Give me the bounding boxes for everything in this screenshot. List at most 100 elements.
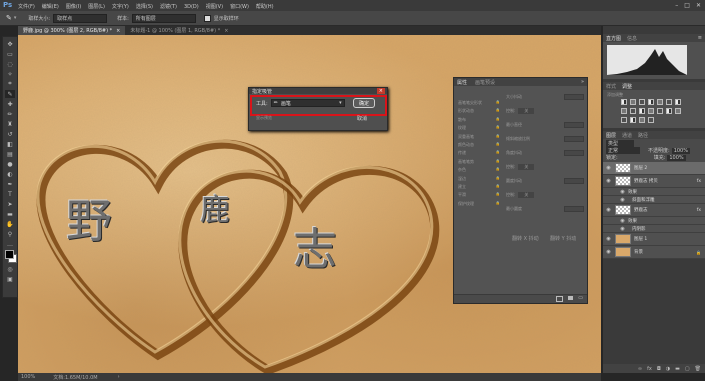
tab-layers[interactable]: 图层 [606,132,616,139]
lock-icon[interactable]: 🔒 [496,117,500,125]
eyedropper-tool-icon[interactable]: ✎ [6,14,12,22]
brush-option-item[interactable]: 传递 🔒 [458,150,500,158]
tool-select[interactable]: ✏ 画笔 ▾ [270,99,345,107]
brush-expand-icon[interactable]: ▭ [578,295,583,301]
layer-row[interactable]: ◉ 野鹿志 拷贝 fx [603,175,705,188]
tab-adjustments[interactable]: 调整 [622,83,632,90]
layer-effect-row[interactable]: ◉ 效果 [603,217,705,225]
setting-slider[interactable] [564,136,584,142]
opacity-value[interactable]: 100% [671,147,690,154]
fx-icon[interactable]: fx [647,366,652,372]
lock-icon[interactable]: 🔒 [496,167,500,175]
link-layers-icon[interactable]: ∞ [638,366,642,372]
menu-item[interactable]: 选择(S) [136,3,153,10]
control-select[interactable]: 关 [518,108,535,114]
adjustment-icon[interactable] [648,108,654,114]
path-select-tool-icon[interactable]: ➤ [5,200,15,208]
brush-tool-icon[interactable]: ✏ [5,110,15,118]
menu-item[interactable]: 滤镜(T) [160,3,177,10]
zoom-tool-icon[interactable]: ⚲ [5,230,15,238]
brush-option-item[interactable]: 保护纹理 🔒 [458,201,500,209]
shape-tool-icon[interactable]: ▬ [5,210,15,218]
ok-button[interactable]: 确定 [353,98,375,108]
stamp-tool-icon[interactable]: ♜ [5,120,15,128]
eyedropper-tool-icon[interactable]: ✎ [5,90,15,98]
layer-effect-row[interactable]: ◉ 内阴影 [603,225,705,233]
setting-slider[interactable] [564,206,584,212]
eye-icon[interactable]: ◉ [605,178,612,184]
adjustment-icon[interactable] [621,117,627,123]
extra-tools-icon[interactable]: … [5,240,15,248]
move-tool-icon[interactable]: ✥ [5,40,15,48]
new-group-icon[interactable]: ▬ [675,366,680,372]
control-select[interactable]: 关 [518,164,535,170]
setting-slider[interactable] [564,150,584,156]
brush-option-item[interactable]: 杂色 🔒 [458,167,500,175]
eye-icon[interactable]: ◉ [619,189,626,195]
adjustment-icon[interactable] [621,108,627,114]
tab-channels[interactable]: 通道 [622,132,632,139]
tab-brush-presets[interactable]: 画笔预设 [475,79,495,86]
lock-icon[interactable]: 🔒 [496,176,500,184]
marquee-tool-icon[interactable]: ▭ [5,50,15,58]
panel-menu-icon[interactable]: ≡ [698,35,702,41]
eye-icon[interactable]: ◉ [605,207,612,213]
adjustment-icon[interactable] [657,108,663,114]
screen-mode-icon[interactable]: ▣ [5,275,15,283]
lock-icon[interactable]: 🔒 [496,201,500,209]
lock-icon[interactable]: 🔒 [496,125,500,133]
fx-icon[interactable]: fx [697,208,701,213]
adjustment-icon[interactable] [630,99,636,105]
status-arrow-icon[interactable]: › [118,374,120,380]
menu-item[interactable]: 窗口(W) [230,3,249,10]
close-tab-icon[interactable]: × [116,28,120,34]
lock-icon[interactable]: 🔒 [496,134,500,142]
brush-option-item[interactable]: 散布 🔒 [458,117,500,125]
lock-icon[interactable]: 🔒 [496,192,500,200]
layer-row[interactable]: ◉ 图层 2 [603,162,705,175]
eye-icon[interactable]: ◉ [619,218,626,224]
sample-size-select[interactable]: 取样点 [53,13,108,23]
lock-icon[interactable]: 🔒 [496,159,500,167]
brush-option-item[interactable]: 纹理 🔒 [458,125,500,133]
menu-item[interactable]: 3D(D) [184,4,199,10]
lock-icon[interactable]: 🔒 [496,108,500,116]
menu-item[interactable]: 图层(L) [88,3,105,10]
blur-tool-icon[interactable]: ● [5,160,15,168]
lock-icon[interactable]: 🔒 [496,150,500,158]
brush-option-item[interactable]: 形状动态 🔒 [458,108,500,116]
setting-slider[interactable] [564,178,584,184]
new-brush-icon[interactable] [568,296,573,300]
new-adjustment-icon[interactable]: ◑ [666,366,670,372]
tab-histogram[interactable]: 直方图 [606,35,621,42]
eraser-tool-icon[interactable]: ◧ [5,140,15,148]
adjustment-icon[interactable] [657,99,663,105]
menu-item[interactable]: 图像(I) [66,3,81,10]
tab-active-document[interactable]: 野鹿.jpg @ 300% (图层 2, RGB/8#) * × [18,26,126,35]
zoom-level[interactable]: 100% [21,374,35,380]
lasso-tool-icon[interactable]: ◌ [5,60,15,68]
layer-effect-row[interactable]: ◉ 斜面和浮雕 [603,196,705,204]
brush-option-item[interactable]: 双重画笔 🔒 [458,134,500,142]
layer-row[interactable]: ◉ 野鹿志 fx [603,204,705,217]
adjustment-icon[interactable] [639,117,645,123]
panel-collapse-icon[interactable]: » [581,79,584,85]
blend-mode-select[interactable]: 正常 [606,147,640,154]
control-select[interactable]: 关 [518,192,535,198]
adjustment-icon[interactable] [666,99,672,105]
cancel-button[interactable]: 取消 [357,115,367,122]
brush-option-item[interactable]: 平滑 🔒 [458,192,500,200]
adjustment-icon[interactable] [675,108,681,114]
tab-brush[interactable]: 属性 [457,79,467,86]
flip-y-label[interactable]: 翻转 Y 抖动 [550,235,576,242]
history-brush-icon[interactable]: ↺ [5,130,15,138]
fill-value[interactable]: 100% [667,154,686,161]
type-tool-icon[interactable]: T [5,190,15,198]
eye-icon[interactable]: ◉ [605,249,612,255]
flip-x-label[interactable]: 翻转 X 抖动 [512,235,539,242]
brush-option-item[interactable]: 画笔笔势 🔒 [458,159,500,167]
new-layer-icon[interactable]: ▢ [685,366,690,372]
adjustment-icon[interactable] [639,108,645,114]
eye-icon[interactable]: ◉ [619,197,626,203]
close-icon[interactable]: ✕ [696,2,701,9]
